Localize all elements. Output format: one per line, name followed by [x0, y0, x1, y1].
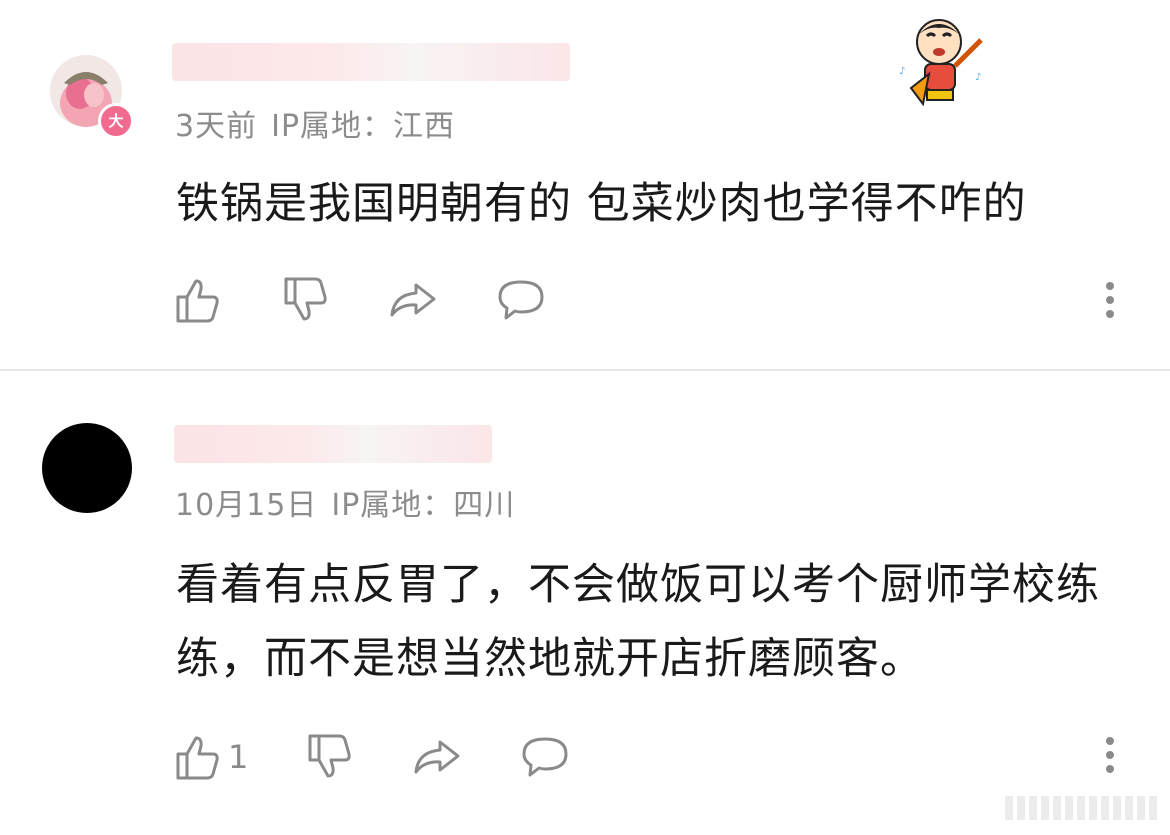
dislike-button[interactable]: [280, 273, 334, 327]
user-avatar[interactable]: [42, 423, 132, 513]
comment-date: 10月15日: [175, 488, 318, 523]
comment-text: 看着有点反胃了，不会做饭可以考个厨师学校练练，而不是想当然地就开店折磨顾客。: [176, 560, 1100, 684]
thumbs-down-icon: [284, 277, 327, 321]
svg-text:♪: ♪: [975, 72, 981, 83]
reply-icon: [522, 737, 568, 777]
thumbs-up-icon: [176, 279, 219, 323]
more-icon[interactable]: [1103, 282, 1117, 328]
share-icon: [414, 740, 460, 774]
crayon-shinchan-sticker: ♪ ♪: [899, 19, 983, 107]
comment-text: 铁锅是我国明朝有的 包菜炒肉也学得不咋的: [176, 179, 1027, 229]
watermark: [1005, 796, 1160, 820]
like-button[interactable]: [172, 730, 226, 784]
reply-icon: [498, 280, 544, 320]
ip-location: IP属地：江西: [271, 109, 456, 144]
comment-meta: 3天前 IP属地：江西: [175, 101, 455, 145]
comment-date: 3天前: [175, 109, 258, 144]
reply-button[interactable]: [494, 273, 548, 327]
share-icon: [390, 283, 436, 317]
share-button[interactable]: [386, 273, 440, 327]
share-button[interactable]: [410, 730, 464, 784]
comment-divider: [0, 369, 1170, 371]
like-button[interactable]: [172, 273, 226, 327]
username-redacted[interactable]: [174, 425, 492, 463]
more-icon[interactable]: [1103, 737, 1117, 783]
ip-location: IP属地：四川: [331, 488, 516, 523]
comment-meta: 10月15日 IP属地：四川: [175, 480, 515, 524]
svg-text:♪: ♪: [899, 66, 905, 77]
dislike-button[interactable]: [304, 730, 358, 784]
level-badge: 大: [98, 103, 134, 139]
username-redacted[interactable]: [172, 43, 570, 81]
like-count: 1: [228, 738, 249, 776]
comment-item: 大 3天前 IP属地：江西 ♪ ♪ 铁锅是我国明朝有的 包菜炒肉也学得不咋的: [0, 0, 1170, 370]
thumbs-up-icon: [176, 736, 219, 780]
reply-button[interactable]: [518, 730, 572, 784]
thumbs-down-icon: [308, 734, 351, 778]
